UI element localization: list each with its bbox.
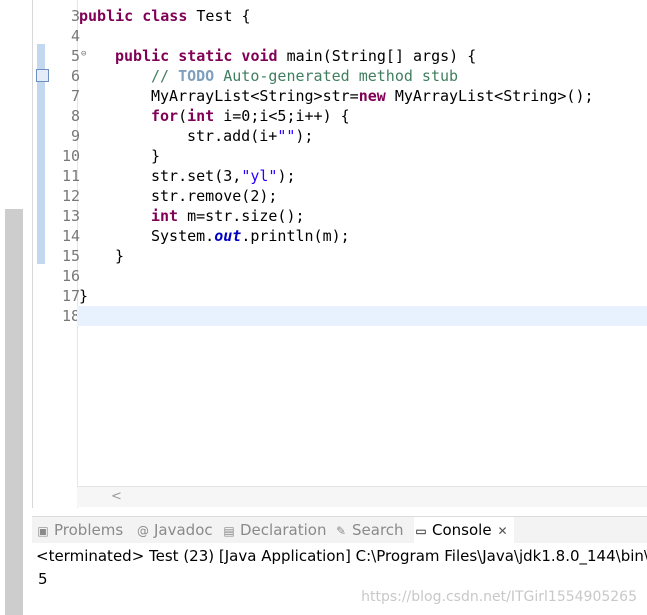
tab-console[interactable]: ▭ Console ✕ <box>414 517 514 544</box>
line-number: 17 <box>61 287 80 305</box>
search-icon: ✎ <box>335 524 347 538</box>
code-line: str.add(i+""); <box>187 127 314 145</box>
bottom-panel-tabs: ▣ Problems @ Javadoc ▤ Declaration ✎ Search … <box>32 516 647 544</box>
line-number: 12 <box>61 187 80 205</box>
problems-icon: ▣ <box>37 524 49 538</box>
line-number: 4 <box>70 27 80 45</box>
code-line: public static void main(String[] args) { <box>115 47 477 65</box>
line-number: 16 <box>61 267 80 285</box>
line-number: 15 <box>61 247 80 265</box>
code-line: for(int i=0;i<5;i++) { <box>151 107 350 125</box>
tab-problems[interactable]: ▣ Problems <box>36 517 123 544</box>
line-number: 10 <box>61 147 80 165</box>
console-output: 5 <box>38 570 48 588</box>
line-number: 5 <box>70 47 80 65</box>
horizontal-scrollbar[interactable]: < <box>77 486 647 507</box>
line-number: 13 <box>61 207 80 225</box>
scroll-left-icon[interactable]: < <box>111 487 122 507</box>
code-editor[interactable]: 3 4 5 ⊖ 6 7 8 9 10 11 12 13 14 15 16 17 … <box>32 0 647 508</box>
tab-declaration[interactable]: ▤ Declaration <box>222 517 326 544</box>
code-line: } <box>79 287 89 305</box>
code-line: System.out.println(m); <box>151 227 350 245</box>
watermark: https://blog.csdn.net/ITGirl1554905265 <box>361 589 637 605</box>
line-number-gutter: 3 4 5 ⊖ 6 7 8 9 10 11 12 13 14 15 16 17 … <box>47 0 86 508</box>
declaration-icon: ▤ <box>223 524 235 538</box>
left-scrollbar[interactable] <box>5 209 23 615</box>
close-icon[interactable]: ✕ <box>498 524 508 538</box>
code-line: public class Test { <box>79 7 251 25</box>
code-line: str.set(3,"yl"); <box>151 167 296 185</box>
overview-ruler <box>33 0 49 508</box>
code-line: } <box>151 147 161 165</box>
current-line-highlight <box>77 306 647 326</box>
code-line: int m=str.size(); <box>151 207 305 225</box>
fold-collapse-icon[interactable]: ⊖ <box>81 44 86 64</box>
tab-javadoc[interactable]: @ Javadoc <box>136 517 213 544</box>
tab-search[interactable]: ✎ Search <box>334 517 404 544</box>
line-number: 14 <box>61 227 80 245</box>
line-number: 8 <box>70 107 80 125</box>
line-number: 6 <box>70 67 80 85</box>
line-number: 9 <box>70 127 80 145</box>
javadoc-icon: @ <box>137 524 149 538</box>
left-strip <box>0 0 27 615</box>
code-line: MyArrayList<String>str=new MyArrayList<S… <box>151 87 594 105</box>
console-icon: ▭ <box>415 524 427 538</box>
line-number: 7 <box>70 87 80 105</box>
code-line: // TODO Auto-generated method stub <box>151 67 459 85</box>
console-status-header: <terminated> Test (23) [Java Application… <box>36 547 647 565</box>
code-line: str.remove(2); <box>151 187 278 205</box>
line-number: 18 <box>61 307 80 325</box>
line-number: 11 <box>61 167 80 185</box>
line-number: 3 <box>70 7 80 25</box>
code-line: } <box>115 247 125 265</box>
